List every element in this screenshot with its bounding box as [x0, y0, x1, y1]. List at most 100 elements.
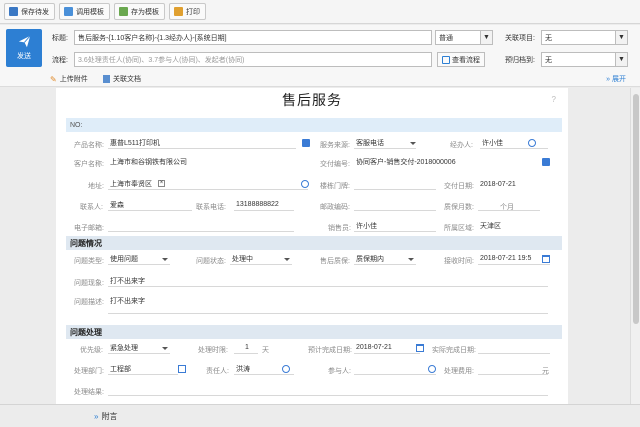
save-draft-button[interactable]: 保存待发 [4, 3, 55, 20]
flow-input[interactable]: 3.6处理责任人(协同)、3.7参与人(协同)、发起者(协同) [74, 52, 432, 67]
participant-label: 参与人: [328, 368, 351, 375]
save-template-button[interactable]: 存为模板 [114, 3, 165, 20]
receive-time-field[interactable]: 2018-07-21 19:5 [478, 253, 550, 265]
upload-attachment-button[interactable]: ✎ 上传附件 [50, 74, 88, 84]
processing-time-field[interactable]: 1 [234, 342, 258, 354]
region-field[interactable]: 天津区 [478, 220, 548, 232]
related-doc-button[interactable]: 关联文档 [103, 74, 141, 84]
handler-field[interactable]: 许小佳 [480, 137, 548, 149]
delivery-date-value: 2018-07-21 [480, 180, 516, 188]
related-project-label: 关联项目: [505, 35, 535, 42]
product-name-value: 惠普L511打印机 [110, 139, 161, 147]
actual-date-field[interactable] [478, 342, 550, 354]
form-number-label: NO: [70, 121, 83, 129]
sales-field[interactable]: 许小佳 [354, 220, 436, 232]
flow-label: 流程: [52, 57, 68, 64]
department-picker-icon[interactable] [178, 365, 186, 373]
handler-value: 许小佳 [482, 139, 503, 147]
contact-value: 爱森 [110, 201, 124, 209]
person-icon[interactable] [428, 365, 436, 373]
clear-icon[interactable]: × [158, 180, 165, 187]
postcode-label: 邮政编码: [320, 204, 350, 211]
caret-down-icon [162, 347, 168, 350]
problem-type-select[interactable]: 使用问题 [108, 253, 170, 265]
location-icon[interactable] [301, 180, 309, 188]
title-label: 标题: [52, 35, 68, 42]
picker-icon[interactable] [542, 158, 550, 166]
calendar-icon[interactable] [542, 255, 550, 263]
footer-bar: » 附言 [0, 404, 640, 427]
double-chevron-down-icon: » [606, 76, 611, 83]
form-scroll-area: 售后服务 ? NO: 产品名称: 惠普L511打印机 服务来源: 客服电话 经办… [0, 88, 630, 404]
form-number-band: NO: [66, 118, 562, 132]
sales-value: 许小佳 [356, 222, 377, 230]
phenomenon-value: 打不出来字 [110, 277, 145, 285]
service-source-value: 客服电话 [356, 139, 384, 147]
phone-field[interactable]: 13188888822 [234, 199, 294, 211]
contact-label: 联系人: [80, 204, 103, 211]
delivery-no-field[interactable]: 协同客户-销售交付-2018000006 [354, 156, 534, 168]
expand-button[interactable]: » 展开 [606, 74, 626, 84]
use-template-label: 调用模板 [76, 8, 104, 16]
help-icon[interactable]: ? [552, 95, 556, 104]
send-button[interactable]: 发送 [6, 29, 42, 67]
related-project-value: 无 [545, 34, 552, 42]
phenomenon-field[interactable]: 打不出来字 [108, 275, 548, 287]
problem-status-select[interactable]: 处理中 [230, 253, 292, 265]
participant-field[interactable] [354, 363, 436, 375]
email-field[interactable] [108, 220, 294, 232]
print-label: 打印 [186, 8, 200, 16]
expected-date-field[interactable]: 2018-07-21 [354, 342, 420, 354]
department-value: 工程部 [110, 365, 131, 373]
after-sales-warranty-select[interactable]: 质保期内 [354, 253, 416, 265]
template-icon [64, 7, 73, 16]
person-icon[interactable] [282, 365, 290, 373]
section-problem-header: 问题情况 [66, 236, 562, 250]
receive-time-label: 接收时间: [444, 258, 474, 265]
product-name-field[interactable]: 惠普L511打印机 [108, 137, 296, 149]
result-label: 处理结果: [74, 389, 104, 396]
warranty-months-unit: 个月 [500, 204, 514, 211]
processing-cost-field[interactable] [478, 363, 548, 375]
result-field[interactable] [108, 384, 548, 396]
use-template-button[interactable]: 调用模板 [59, 3, 110, 20]
picker-icon[interactable] [302, 139, 310, 147]
priority-select[interactable]: 紧急处理 [108, 342, 170, 354]
comment-toggle[interactable]: » 附言 [94, 411, 117, 422]
person-icon[interactable] [528, 139, 536, 147]
view-flow-button[interactable]: 查看流程 [437, 52, 485, 67]
customer-name-field[interactable]: 上海市和谷钢铁有限公司 [108, 156, 296, 168]
description-value: 打不出来字 [110, 298, 145, 305]
service-source-select[interactable]: 客服电话 [354, 137, 416, 149]
postcode-field[interactable] [354, 199, 436, 211]
calendar-icon[interactable] [416, 344, 424, 352]
vertical-scrollbar[interactable] [630, 88, 640, 404]
processing-cost-unit: 元 [542, 368, 549, 375]
title-input[interactable]: 售后服务-{1.10客户名称}-{1.3经办人}-[系统日期] [74, 30, 432, 45]
section-problem-title: 问题情况 [70, 238, 102, 248]
print-button[interactable]: 打印 [169, 3, 206, 20]
email-label: 电子邮箱: [74, 225, 104, 232]
building-field[interactable] [354, 178, 436, 190]
archive-select[interactable]: 无 ▼ [541, 52, 628, 67]
chevron-down-icon: ▼ [615, 53, 627, 66]
contact-field[interactable]: 爱森 [108, 199, 192, 211]
receive-time-value: 2018-07-21 19:5 [480, 255, 532, 262]
section-processing-header: 问题处理 [66, 325, 562, 339]
service-source-label: 服务来源: [320, 142, 350, 149]
caret-down-icon [408, 258, 414, 261]
upload-attachment-label: 上传附件 [59, 76, 88, 83]
priority-select[interactable]: 普通 ▼ [435, 30, 493, 45]
department-field[interactable]: 工程部 [108, 363, 178, 375]
toolbar: 保存待发 调用模板 存为模板 打印 [0, 0, 640, 24]
product-name-label: 产品名称: [74, 142, 104, 149]
department-label: 处理部门: [74, 368, 104, 375]
priority-value: 紧急处理 [110, 344, 138, 352]
description-field[interactable]: 打不出来字 [108, 294, 548, 314]
delivery-date-field[interactable]: 2018-07-21 [478, 178, 548, 190]
customer-name-value: 上海市和谷钢铁有限公司 [110, 159, 187, 166]
caret-down-icon [284, 258, 290, 261]
address-field[interactable]: 上海市奉贤区 × [108, 178, 308, 190]
related-project-select[interactable]: 无 ▼ [541, 30, 628, 45]
scrollbar-thumb[interactable] [633, 94, 639, 324]
